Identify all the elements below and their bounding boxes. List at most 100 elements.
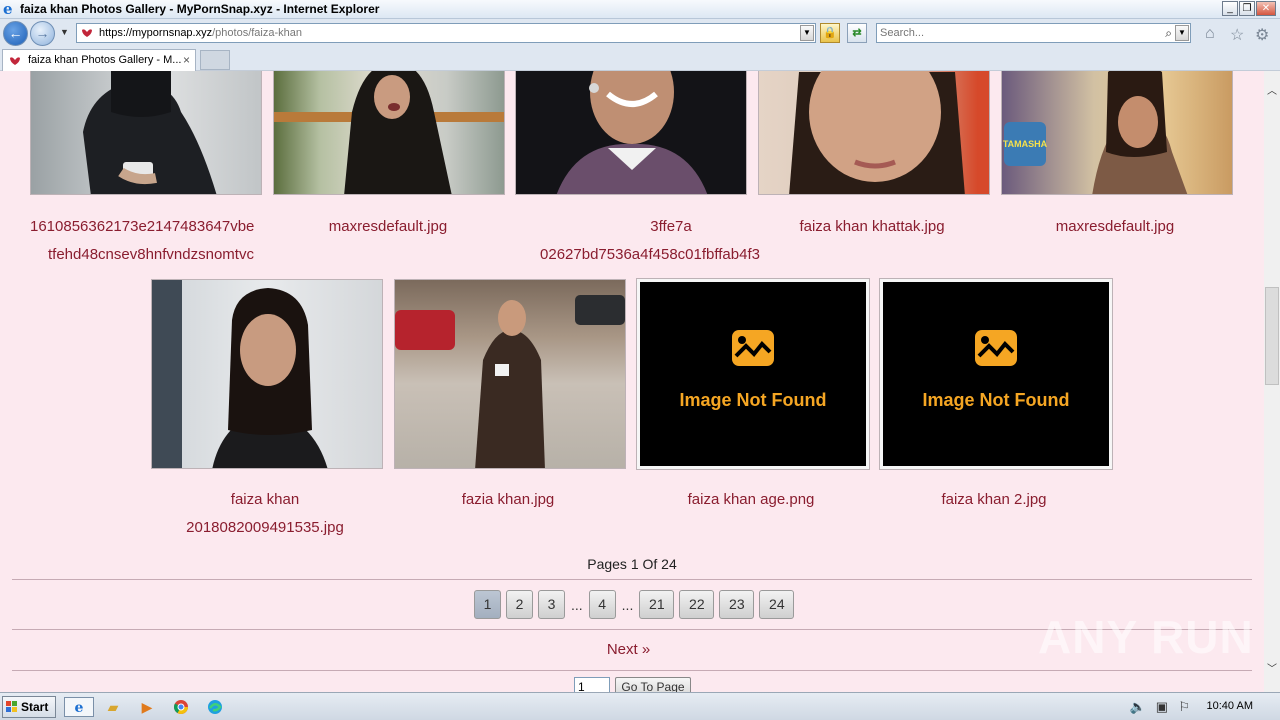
scroll-up-icon[interactable]: ︿ <box>1264 83 1280 100</box>
gallery-thumbnail[interactable]: TAMASHA <box>1001 71 1233 195</box>
caption-line: 2018082009491535.jpg <box>186 519 344 536</box>
gallery-thumbnail[interactable] <box>30 71 262 195</box>
forward-button[interactable]: → <box>30 21 55 46</box>
edge-icon[interactable] <box>204 697 226 717</box>
network-icon[interactable]: ▣ <box>1156 699 1168 715</box>
photo-person-smiling <box>556 71 708 194</box>
page-button-2[interactable]: 2 <box>506 590 533 619</box>
caption-line: maxresdefault.jpg <box>1055 218 1175 235</box>
photo-person-tv-show: TAMASHA <box>1003 71 1188 194</box>
gallery-caption[interactable]: fazia khan.jpg <box>390 486 626 514</box>
search-dropdown-button[interactable]: ▼ <box>1175 25 1189 41</box>
page-button-23[interactable]: 23 <box>719 590 755 619</box>
windows-logo-icon <box>6 701 17 712</box>
start-button[interactable]: Start <box>2 696 56 718</box>
pagination-summary: Pages 1 Of 24 <box>587 556 677 572</box>
tab-close-icon[interactable]: × <box>183 53 190 67</box>
tab-favicon-icon <box>10 57 20 65</box>
photo-person-portrait <box>152 280 328 468</box>
page-button-4[interactable]: 4 <box>588 590 616 619</box>
photo-person-closeup <box>789 71 965 194</box>
restore-button[interactable]: ❐ <box>1239 1 1255 16</box>
search-box[interactable]: ⌕ ▼ <box>876 23 1191 43</box>
tab-faiza-khan-gallery[interactable]: faiza khan Photos Gallery - M... × <box>2 49 196 71</box>
scrollbar-thumb[interactable] <box>1265 287 1279 385</box>
caption-line: faiza khan age.png <box>687 491 815 508</box>
url-host: https://mypornsnap.xyz <box>99 27 213 39</box>
gallery-thumbnail[interactable] <box>151 279 383 469</box>
minimize-button[interactable]: _ <box>1222 1 1238 16</box>
tab-label: faiza khan Photos Gallery - M... <box>28 54 182 66</box>
goto-page-button[interactable]: Go To Page <box>615 677 691 692</box>
gallery-caption[interactable]: maxresdefault.jpg <box>270 213 506 241</box>
caption-line: fazia khan.jpg <box>461 491 555 508</box>
pagination-ellipsis: ... <box>571 596 583 613</box>
pagination-ellipsis: ... <box>621 596 634 613</box>
tools-gear-icon[interactable]: ⚙ <box>1255 25 1269 45</box>
chrome-icon[interactable] <box>170 697 192 717</box>
gallery-caption[interactable]: faiza khan age.png <box>633 486 869 514</box>
gallery-caption[interactable]: faiza khan 2.jpg <box>876 486 1112 514</box>
address-url[interactable]: https://mypornsnap.xyz/photos/faiza-khan <box>99 27 302 39</box>
pagination: 1 2 3 ... 4 ... 21 22 23 24 <box>474 590 799 619</box>
goto-page-input[interactable] <box>574 677 610 692</box>
vertical-scrollbar[interactable]: ︿ ﹀ <box>1264 71 1280 692</box>
page-button-1[interactable]: 1 <box>474 590 501 619</box>
image-not-found-placeholder: Image Not Found <box>680 330 827 410</box>
caption-line: maxresdefault.jpg <box>328 218 448 235</box>
page-content: TAMASHA 1610856362173e2147483647vbe tfeh… <box>0 71 1264 692</box>
scroll-down-icon[interactable]: ﹀ <box>1264 661 1280 678</box>
back-button[interactable]: ← <box>3 21 28 46</box>
site-favicon-icon <box>82 29 92 37</box>
photo-person-dark-clothes <box>83 71 217 194</box>
caption-line: faiza khan khattak.jpg <box>799 218 945 235</box>
action-center-flag-icon[interactable]: ⚐ <box>1178 699 1190 715</box>
navigation-bar: ← → ▼ https://mypornsnap.xyz/photos/faiz… <box>0 19 1280 48</box>
address-dropdown-button[interactable]: ▼ <box>800 25 814 41</box>
volume-icon[interactable]: 🔈 <box>1130 699 1146 715</box>
page-button-3[interactable]: 3 <box>538 590 565 619</box>
page-button-24[interactable]: 24 <box>759 590 795 619</box>
gallery-thumbnail[interactable] <box>515 71 747 195</box>
caption-line: 1610856362173e2147483647vbe <box>30 218 255 235</box>
gallery-thumbnail[interactable] <box>273 71 505 195</box>
gallery-thumbnail[interactable] <box>394 279 626 469</box>
photo-person-street <box>395 295 625 468</box>
image-not-found-text: Image Not Found <box>923 390 1070 410</box>
gallery-caption[interactable]: faiza khan 2018082009491535.jpg <box>147 486 383 542</box>
anyrun-watermark: ANY RUN <box>1038 611 1254 663</box>
media-player-icon[interactable]: ▶ <box>136 697 158 717</box>
divider <box>12 579 1252 580</box>
address-bar[interactable]: https://mypornsnap.xyz/photos/faiza-khan… <box>76 23 816 43</box>
new-tab-button[interactable] <box>200 50 230 70</box>
history-dropdown-icon[interactable]: ▼ <box>60 27 69 37</box>
lock-icon[interactable]: 🔒 <box>820 23 840 43</box>
favorites-star-icon[interactable]: ☆ <box>1230 25 1244 45</box>
close-window-button[interactable]: ✕ <box>1256 1 1276 16</box>
gallery-thumbnail[interactable] <box>758 71 990 195</box>
tab-bar: faiza khan Photos Gallery - M... × <box>0 48 1280 71</box>
caption-line: faiza khan <box>230 491 300 508</box>
gallery-caption[interactable]: faiza khan khattak.jpg <box>754 213 990 241</box>
thumb-overlay-text: TAMASHA <box>1003 139 1048 149</box>
window-title-bar: e faiza khan Photos Gallery - MyPornSnap… <box>0 0 1280 19</box>
window-controls: _ ❐ ✕ <box>1222 1 1276 16</box>
image-not-found-text: Image Not Found <box>680 390 827 410</box>
clock[interactable]: 10:40 AM <box>1207 700 1253 712</box>
caption-line: 02627bd7536a4f458c01fbffab4f3 <box>540 246 760 263</box>
window-title: faiza khan Photos Gallery - MyPornSnap.x… <box>20 2 380 16</box>
page-button-21[interactable]: 21 <box>639 590 675 619</box>
gallery-caption[interactable]: maxresdefault.jpg <box>997 213 1233 241</box>
home-icon[interactable]: ⌂ <box>1205 25 1215 43</box>
gallery-thumbnail-missing[interactable]: Image Not Found <box>879 278 1113 470</box>
gallery-thumbnail-missing[interactable]: Image Not Found <box>636 278 870 470</box>
page-button-22[interactable]: 22 <box>679 590 715 619</box>
search-input[interactable] <box>880 26 1150 40</box>
file-explorer-icon[interactable]: ▰ <box>102 697 124 717</box>
refresh-button[interactable]: ⇄ <box>847 23 867 43</box>
gallery-caption[interactable]: 1610856362173e2147483647vbe tfehd48cnsev… <box>30 213 262 269</box>
photo-person-talking <box>274 71 504 194</box>
internet-explorer-taskbar-icon[interactable]: e <box>64 697 94 717</box>
divider <box>12 670 1252 671</box>
search-icon[interactable]: ⌕ <box>1165 26 1172 41</box>
